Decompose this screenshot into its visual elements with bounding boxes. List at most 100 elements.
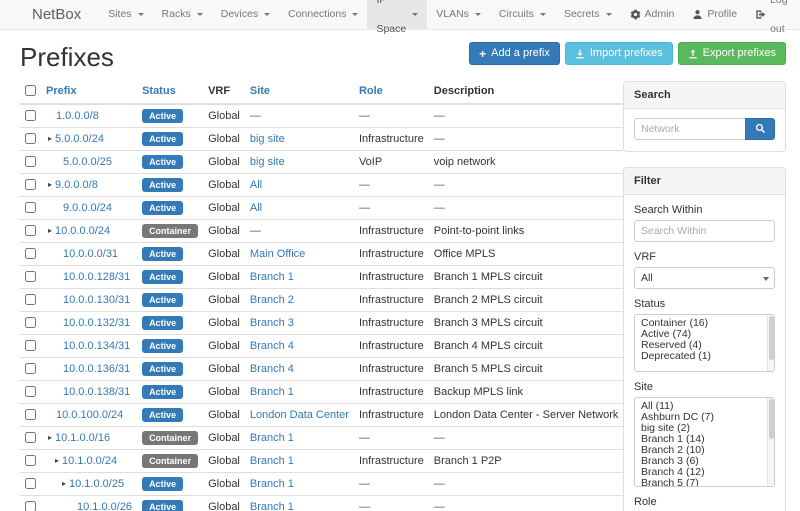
row-checkbox[interactable]: [25, 501, 36, 511]
nav-item-racks[interactable]: Racks: [153, 0, 212, 29]
site-link[interactable]: Main Office: [250, 248, 305, 260]
vrf-select[interactable]: All: [634, 267, 775, 289]
list-option-all-11-[interactable]: All (11): [635, 401, 774, 412]
status-badge: Active: [142, 109, 183, 123]
prefix-link[interactable]: 10.0.0.138/31: [63, 386, 130, 398]
nav-item-connections[interactable]: Connections: [279, 0, 367, 29]
prefix-link[interactable]: 10.1.0.0/16: [55, 432, 110, 444]
prefix-link[interactable]: 10.1.0.0/26: [77, 501, 132, 511]
site-link[interactable]: All: [250, 179, 262, 191]
search-input[interactable]: [634, 118, 745, 140]
row-checkbox[interactable]: [25, 248, 36, 259]
prefix-link[interactable]: 10.1.0.0/25: [69, 478, 124, 490]
row-checkbox[interactable]: [25, 386, 36, 397]
site-link[interactable]: London Data Center: [250, 409, 349, 421]
column-header-site[interactable]: Site: [245, 81, 354, 104]
description-value: —: [429, 472, 624, 495]
nav-item-ip-space[interactable]: IP Space: [367, 0, 427, 29]
list-option-branch-5-7-[interactable]: Branch 5 (7): [635, 478, 774, 487]
table-row: ▸10.1.0.0/16ContainerGlobalBranch 1——: [20, 426, 623, 449]
site-link[interactable]: Branch 1: [250, 455, 294, 467]
nav-item-profile[interactable]: Profile: [683, 0, 746, 29]
site-listbox[interactable]: All (11)Ashburn DC (7)big site (2)Branch…: [634, 397, 775, 487]
row-checkbox[interactable]: [25, 110, 36, 121]
search-within-input[interactable]: [634, 220, 775, 242]
row-checkbox[interactable]: [25, 455, 36, 466]
prefix-link[interactable]: 10.0.0.132/31: [63, 317, 130, 329]
site-link[interactable]: Branch 2: [250, 294, 294, 306]
prefix-link[interactable]: 10.1.0.0/24: [62, 455, 117, 467]
row-checkbox[interactable]: [25, 294, 36, 305]
nav-item-admin[interactable]: Admin: [621, 0, 684, 29]
prefix-link[interactable]: 10.0.0.130/31: [63, 294, 130, 306]
prefix-link[interactable]: 5.0.0.0/24: [55, 133, 104, 145]
nav-item-circuits[interactable]: Circuits: [490, 0, 555, 29]
list-option-container-16-[interactable]: Container (16): [635, 318, 774, 329]
prefix-link[interactable]: 9.0.0.0/24: [63, 202, 112, 214]
nav-item-vlans[interactable]: VLANs: [427, 0, 490, 29]
app-brand[interactable]: NetBox: [32, 0, 81, 29]
prefix-link[interactable]: 1.0.0.0/8: [56, 110, 99, 122]
vrf-value: Global: [203, 311, 245, 334]
row-checkbox[interactable]: [25, 179, 36, 190]
list-option-branch-4-12-[interactable]: Branch 4 (12): [635, 467, 774, 478]
expand-children-icon: ▸: [55, 456, 59, 465]
site-link[interactable]: Branch 1: [250, 386, 294, 398]
list-option-reserved-4-[interactable]: Reserved (4): [635, 340, 774, 351]
row-checkbox[interactable]: [25, 409, 36, 420]
list-option-branch-1-14-[interactable]: Branch 1 (14): [635, 434, 774, 445]
status-badge: Active: [142, 270, 183, 284]
prefix-link[interactable]: 10.0.100.0/24: [56, 409, 123, 421]
row-checkbox[interactable]: [25, 340, 36, 351]
site-link[interactable]: Branch 1: [250, 432, 294, 444]
site-link[interactable]: Branch 4: [250, 340, 294, 352]
site-link[interactable]: Branch 1: [250, 478, 294, 490]
site-link[interactable]: All: [250, 202, 262, 214]
list-option-branch-2-10-[interactable]: Branch 2 (10): [635, 445, 774, 456]
prefix-link[interactable]: 10.0.0.136/31: [63, 363, 130, 375]
row-checkbox[interactable]: [25, 225, 36, 236]
import-prefixes-button[interactable]: Import prefixes: [565, 42, 673, 65]
nav-item-secrets[interactable]: Secrets: [555, 0, 621, 29]
row-checkbox[interactable]: [25, 133, 36, 144]
prefix-link[interactable]: 10.0.0.128/31: [63, 271, 130, 283]
site-link[interactable]: Branch 4: [250, 363, 294, 375]
prefix-link[interactable]: 10.0.0.0/24: [55, 225, 110, 237]
nav-item-devices[interactable]: Devices: [212, 0, 279, 29]
column-header-prefix[interactable]: Prefix: [41, 81, 137, 104]
select-all-checkbox[interactable]: [25, 85, 36, 96]
prefix-link[interactable]: 10.0.0.134/31: [63, 340, 130, 352]
row-checkbox[interactable]: [25, 478, 36, 489]
list-option-deprecated-1-[interactable]: Deprecated (1): [635, 351, 774, 362]
nav-item-log-out[interactable]: Log out: [746, 0, 797, 29]
row-checkbox[interactable]: [25, 317, 36, 328]
prefix-link[interactable]: 10.0.0.0/31: [63, 248, 118, 260]
table-row: 10.0.0.136/31ActiveGlobalBranch 4Infrast…: [20, 357, 623, 380]
status-scrollbar[interactable]: [767, 315, 774, 371]
select-all-header: [20, 81, 41, 104]
prefix-link[interactable]: 5.0.0.0/25: [63, 156, 112, 168]
site-link[interactable]: Branch 1: [250, 271, 294, 283]
prefix-link[interactable]: 9.0.0.0/8: [55, 179, 98, 191]
column-header-status[interactable]: Status: [137, 81, 203, 104]
list-option-branch-3-6-[interactable]: Branch 3 (6): [635, 456, 774, 467]
site-link[interactable]: Branch 1: [250, 501, 294, 511]
nav-item-sites[interactable]: Sites: [99, 0, 152, 29]
row-checkbox[interactable]: [25, 156, 36, 167]
status-listbox[interactable]: Container (16)Active (74)Reserved (4)Dep…: [634, 314, 775, 372]
row-checkbox[interactable]: [25, 271, 36, 282]
export-prefixes-button[interactable]: Export prefixes: [678, 42, 786, 65]
list-option-ashburn-dc-7-[interactable]: Ashburn DC (7): [635, 412, 774, 423]
search-button[interactable]: [745, 118, 775, 140]
site-link[interactable]: Branch 3: [250, 317, 294, 329]
list-option-big-site-2-[interactable]: big site (2): [635, 423, 774, 434]
add-prefix-button[interactable]: + Add a prefix: [469, 42, 560, 65]
row-checkbox[interactable]: [25, 202, 36, 213]
column-header-role[interactable]: Role: [354, 81, 429, 104]
row-checkbox[interactable]: [25, 363, 36, 374]
list-option-active-74-[interactable]: Active (74): [635, 329, 774, 340]
site-link[interactable]: big site: [250, 133, 285, 145]
site-scrollbar[interactable]: [767, 398, 774, 486]
site-link[interactable]: big site: [250, 156, 285, 168]
row-checkbox[interactable]: [25, 432, 36, 443]
